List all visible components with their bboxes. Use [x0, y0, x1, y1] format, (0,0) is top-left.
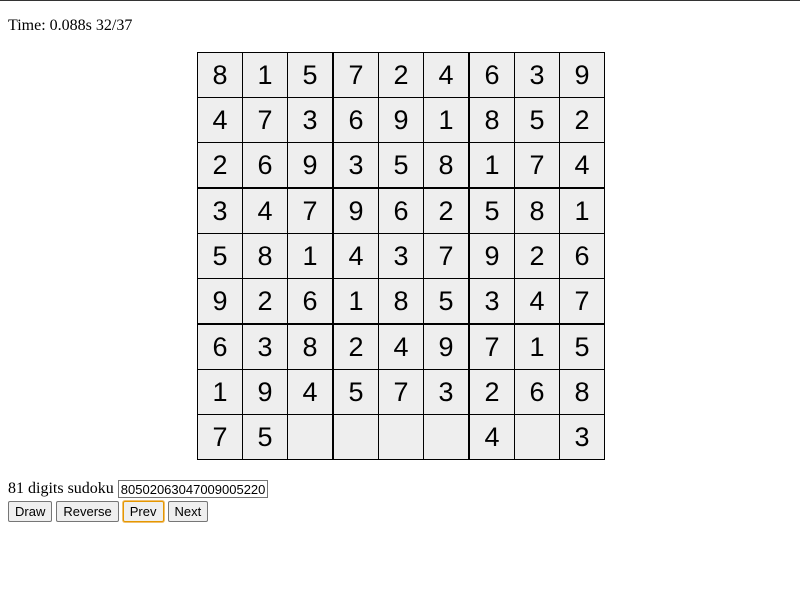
- grid-cell[interactable]: 8: [287, 323, 334, 370]
- grid-cell[interactable]: 9: [197, 278, 243, 325]
- grid-cell[interactable]: 1: [468, 142, 515, 189]
- grid-cell[interactable]: 4: [287, 369, 334, 415]
- grid-cell[interactable]: 6: [559, 233, 605, 279]
- grid-cell[interactable]: 5: [242, 414, 288, 460]
- grid-cell[interactable]: 1: [287, 233, 334, 279]
- grid-cell[interactable]: 1: [423, 97, 470, 143]
- grid-cell[interactable]: 6: [242, 142, 288, 189]
- grid-row: 269358174: [197, 142, 605, 189]
- grid-cell[interactable]: 4: [423, 52, 470, 98]
- reverse-button[interactable]: Reverse: [56, 501, 119, 522]
- grid-cell[interactable]: [287, 414, 334, 460]
- grid-cell[interactable]: 5: [197, 233, 243, 279]
- grid-cell[interactable]: 2: [197, 142, 243, 189]
- grid-row: 194573268: [197, 369, 605, 415]
- grid-row: 926185347: [197, 278, 605, 325]
- grid-cell[interactable]: 3: [378, 233, 424, 279]
- grid-cell[interactable]: 7: [197, 414, 243, 460]
- grid-cell[interactable]: 3: [197, 187, 243, 234]
- grid-cell[interactable]: [423, 414, 470, 460]
- grid-cell[interactable]: 7: [378, 369, 424, 415]
- grid-cell[interactable]: 9: [242, 369, 288, 415]
- status-text: Time: 0.088s 32/37: [8, 17, 133, 34]
- grid-cell[interactable]: 9: [378, 97, 424, 143]
- grid-row: 638249715: [197, 323, 605, 370]
- grid-cell[interactable]: 7: [242, 97, 288, 143]
- grid-cell[interactable]: 5: [514, 97, 560, 143]
- grid-cell[interactable]: 1: [197, 369, 243, 415]
- grid-cell[interactable]: 5: [287, 52, 334, 98]
- grid-cell[interactable]: 8: [423, 142, 470, 189]
- grid-cell[interactable]: 7: [559, 278, 605, 325]
- grid-cell[interactable]: 2: [378, 52, 424, 98]
- grid-cell[interactable]: 2: [423, 187, 470, 234]
- grid-row: 347962581: [197, 187, 605, 234]
- grid-cell[interactable]: 9: [423, 323, 470, 370]
- grid-cell[interactable]: 2: [242, 278, 288, 325]
- grid-cell[interactable]: [514, 414, 560, 460]
- grid-cell[interactable]: 2: [332, 323, 379, 370]
- grid-cell[interactable]: 5: [332, 369, 379, 415]
- grid-cell[interactable]: 3: [468, 278, 515, 325]
- grid-cell[interactable]: 3: [242, 323, 288, 370]
- grid-cell[interactable]: 1: [514, 323, 560, 370]
- grid-cell[interactable]: 4: [514, 278, 560, 325]
- grid-cell[interactable]: 2: [514, 233, 560, 279]
- grid-cell[interactable]: 8: [242, 233, 288, 279]
- grid-row: 581437926: [197, 233, 605, 279]
- grid-cell[interactable]: 5: [423, 278, 470, 325]
- grid-cell[interactable]: 7: [287, 187, 334, 234]
- grid-cell[interactable]: 9: [332, 187, 379, 234]
- grid-cell[interactable]: 8: [468, 97, 515, 143]
- grid-cell[interactable]: 6: [332, 97, 379, 143]
- grid-cell[interactable]: 5: [559, 323, 605, 370]
- grid-cell[interactable]: 1: [242, 52, 288, 98]
- grid-cell[interactable]: 3: [514, 52, 560, 98]
- grid-cell[interactable]: 6: [468, 52, 515, 98]
- sudoku-grid: 8157246394736918522693581743479625815814…: [197, 52, 605, 460]
- grid-cell[interactable]: 8: [514, 187, 560, 234]
- grid-cell[interactable]: 4: [468, 414, 515, 460]
- grid-cell[interactable]: 8: [197, 52, 243, 98]
- grid-cell[interactable]: 3: [287, 97, 334, 143]
- grid-row: 473691852: [197, 97, 605, 143]
- puzzle-input[interactable]: [117, 480, 268, 498]
- grid-cell[interactable]: 3: [559, 414, 605, 460]
- grid-cell[interactable]: 4: [197, 97, 243, 143]
- grid-cell[interactable]: 2: [559, 97, 605, 143]
- grid-cell[interactable]: 3: [423, 369, 470, 415]
- grid-cell[interactable]: 5: [468, 187, 515, 234]
- grid-cell[interactable]: 6: [197, 323, 243, 370]
- grid-row: 815724639: [197, 52, 605, 98]
- grid-cell[interactable]: 7: [332, 52, 379, 98]
- grid-cell[interactable]: 8: [559, 369, 605, 415]
- grid-cell[interactable]: 5: [378, 142, 424, 189]
- controls: 81 digits sudoku Draw Reverse Prev Next: [8, 479, 268, 522]
- grid-row: 75 43: [197, 414, 605, 460]
- next-button[interactable]: Next: [167, 501, 209, 522]
- prev-button[interactable]: Prev: [122, 501, 164, 522]
- grid-cell[interactable]: 8: [378, 278, 424, 325]
- grid-cell[interactable]: 6: [378, 187, 424, 234]
- grid-cell[interactable]: 9: [559, 52, 605, 98]
- puzzle-label: 81 digits sudoku: [8, 480, 114, 497]
- grid-cell[interactable]: 1: [332, 278, 379, 325]
- grid-cell[interactable]: 7: [514, 142, 560, 189]
- grid-cell[interactable]: 2: [468, 369, 515, 415]
- grid-cell[interactable]: [332, 414, 379, 460]
- grid-cell[interactable]: 3: [332, 142, 379, 189]
- grid-cell[interactable]: 4: [378, 323, 424, 370]
- grid-cell[interactable]: 6: [514, 369, 560, 415]
- grid-cell[interactable]: [378, 414, 424, 460]
- grid-cell[interactable]: 4: [332, 233, 379, 279]
- grid-cell[interactable]: 9: [468, 233, 515, 279]
- grid-cell[interactable]: 7: [468, 323, 515, 370]
- grid-cell[interactable]: 1: [559, 187, 605, 234]
- grid-cell[interactable]: 9: [287, 142, 334, 189]
- grid-cell[interactable]: 4: [559, 142, 605, 189]
- grid-cell[interactable]: 7: [423, 233, 470, 279]
- grid-cell[interactable]: 6: [287, 278, 334, 325]
- draw-button[interactable]: Draw: [8, 501, 53, 522]
- grid-cell[interactable]: 4: [242, 187, 288, 234]
